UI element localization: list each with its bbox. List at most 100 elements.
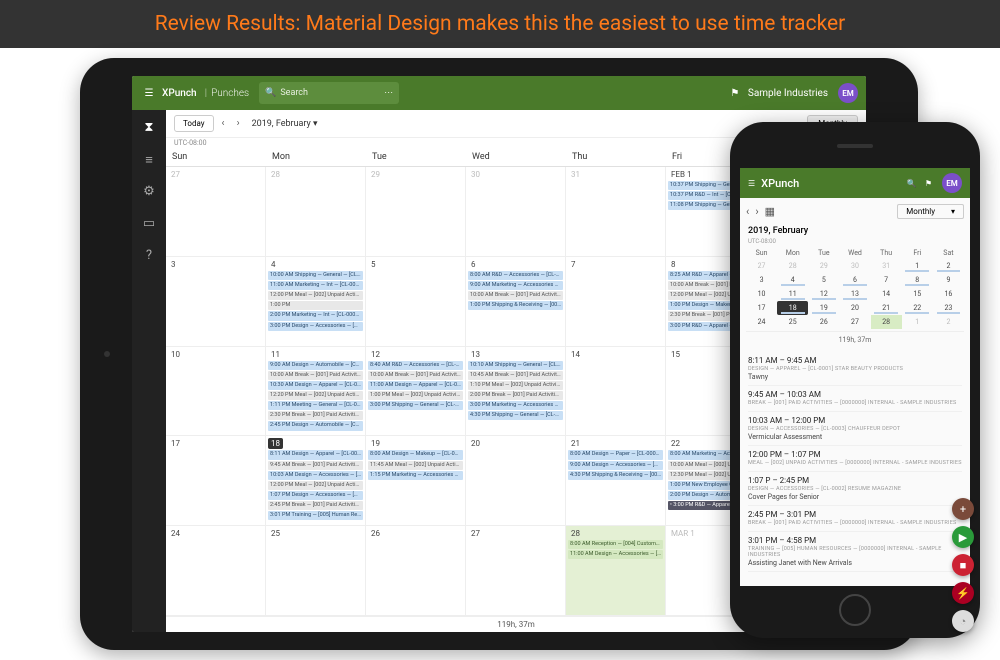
rail-timer-icon[interactable]: ⧗ [141, 120, 157, 136]
mini-cal-day[interactable]: 15 [902, 287, 933, 301]
calendar-event[interactable]: 10:00 AM Break — [001] Paid Activities — [268, 371, 363, 380]
calendar-cell[interactable]: 17 [166, 436, 266, 526]
calendar-event[interactable]: 11:45 AM Meal — [002] Unpaid Activities [368, 461, 463, 470]
calendar-event[interactable]: 3:00 PM Shipping — General — [CL-0002 [368, 401, 463, 410]
calendar-event[interactable]: 2:00 PM Break — [001] Paid Activities — … [468, 391, 563, 400]
calendar-event[interactable]: 2:45 PM Break — [001] Paid Activities — … [268, 501, 363, 510]
next-month-icon[interactable]: › [233, 116, 244, 131]
prev-month-icon[interactable]: ‹ [218, 116, 229, 131]
avatar[interactable]: EM [838, 83, 858, 103]
calendar-event[interactable]: 8:11 AM Design — Apparel — [CL-0001] S [268, 450, 363, 459]
calendar-event[interactable]: 9:00 AM Design — Accessories — [CL-00 [568, 461, 663, 470]
calendar-event[interactable]: 8:00 AM Reception — [004] Customer Re [568, 540, 663, 549]
mini-cal-day[interactable]: 14 [871, 287, 902, 301]
calendar-cell[interactable]: 288:00 AM Reception — [004] Customer Re1… [566, 526, 666, 616]
calendar-event[interactable]: 3:00 PM Design — Accessories — [CL-00 [268, 322, 363, 331]
mini-cal-day[interactable]: 2 [933, 315, 964, 329]
fab-stop-icon[interactable]: ■ [952, 554, 970, 576]
calendar-event[interactable]: 10:30 AM Design — Apparel — [CL-0003 [268, 381, 363, 390]
mini-cal-day[interactable]: 8 [902, 273, 933, 287]
mini-cal-day[interactable]: 27 [746, 259, 777, 273]
mini-cal-day[interactable]: 18 [777, 301, 808, 315]
mini-cal-day[interactable]: 9 [933, 273, 964, 287]
calendar-event[interactable]: 2:30 PM Break — [001] Paid Activities — … [268, 411, 363, 420]
mini-cal-day[interactable]: 31 [871, 259, 902, 273]
list-item[interactable]: 10:03 AM – 12:00 PMDESIGN — ACCESSORIES … [748, 412, 962, 446]
calendar-event[interactable]: 4:30 PM Shipping — General — [CL-0002 [468, 411, 563, 420]
calendar-event[interactable]: 10:45 AM Break — [001] Paid Activities — [468, 371, 563, 380]
mini-cal-day[interactable]: 26 [808, 315, 839, 329]
calendar-event[interactable]: 11:00 AM Design — Apparel — [CL-0003 [368, 381, 463, 390]
mini-cal-day[interactable]: 24 [746, 315, 777, 329]
calendar-event[interactable]: 3:01 PM Training — [005] Human Resour [268, 511, 363, 520]
org-name[interactable]: Sample Industries [748, 88, 828, 99]
today-button[interactable]: Today [174, 115, 214, 132]
calendar-cell[interactable]: 188:11 AM Design — Apparel — [CL-0001] S… [266, 436, 366, 526]
list-item[interactable]: 12:00 PM – 1:07 PMMEAL — [002] UNPAID AC… [748, 446, 962, 472]
mini-cal-day[interactable]: 25 [777, 315, 808, 329]
mini-cal-day[interactable]: 28 [871, 315, 902, 329]
calendar-event[interactable]: 1:15 PM Marketing — Accessories — [CL [368, 471, 463, 480]
list-item[interactable]: 3:01 PM – 4:58 PMTRAINING — [005] HUMAN … [748, 532, 962, 572]
calendar-cell[interactable]: 27 [466, 526, 566, 616]
calendar-event[interactable]: 1:11 PM Meeting — General — [CL-0001 [268, 401, 363, 410]
mini-cal-day[interactable]: 1 [902, 315, 933, 329]
flag-icon[interactable]: ⚑ [925, 179, 932, 188]
calendar-cell[interactable]: 198:00 AM Design — Makeup — [CL-0001]11:… [366, 436, 466, 526]
calendar-event[interactable]: 12:00 PM Meal — [002] Unpaid Activities [268, 481, 363, 490]
calendar-event[interactable]: 10:03 AM Design — Accessories — [CL-0 [268, 471, 363, 480]
mini-cal-day[interactable]: 4 [777, 273, 808, 287]
list-item[interactable]: 2:45 PM – 3:01 PMBREAK — [001] PAID ACTI… [748, 506, 962, 532]
mini-cal-day[interactable]: 28 [777, 259, 808, 273]
mini-cal-day[interactable]: 3 [746, 273, 777, 287]
calendar-cell[interactable]: 5 [366, 257, 466, 347]
fab-play-icon[interactable]: ▶ [952, 526, 970, 548]
rail-help-icon[interactable]: ? [141, 248, 157, 264]
calendar-cell[interactable]: 27 [166, 167, 266, 257]
search-input[interactable]: 🔍 Search ⋯ [259, 82, 399, 104]
calendar-cell[interactable]: 410:00 AM Shipping — General — [CL-00021… [266, 257, 366, 347]
calendar-event[interactable]: 1:07 PM Design — Accessories — [CL-00 [268, 491, 363, 500]
prev-icon[interactable]: ‹ [746, 205, 749, 218]
calendar-cell[interactable]: 29 [366, 167, 466, 257]
search-icon[interactable]: 🔍 [907, 179, 917, 188]
mini-cal-day[interactable]: 1 [902, 259, 933, 273]
calendar-cell[interactable]: 31 [566, 167, 666, 257]
phone-home-button[interactable] [839, 594, 871, 626]
mini-cal-day[interactable]: 13 [839, 287, 870, 301]
calendar-event[interactable]: 8:40 AM R&D — Accessories — [CL-0002 [368, 361, 463, 370]
calendar-event[interactable]: 3:00 PM Marketing — Accessories — [CL [468, 401, 563, 410]
month-selector[interactable]: 2019, February ▾ [252, 119, 318, 129]
mini-cal-day[interactable]: 12 [808, 287, 839, 301]
mini-cal-day[interactable]: 19 [808, 301, 839, 315]
calendar-event[interactable]: 12:00 PM Meal — [002] Unpaid Activities [268, 291, 363, 300]
mini-cal-day[interactable]: 30 [839, 259, 870, 273]
list-item[interactable]: 9:45 AM – 10:03 AMBREAK — [001] PAID ACT… [748, 386, 962, 412]
calendar-cell[interactable]: 1310:10 AM Shipping — General — [CL-0001… [466, 347, 566, 437]
list-item[interactable]: 8:11 AM – 9:45 AMDESIGN — APPAREL — [CL-… [748, 352, 962, 386]
mini-cal-day[interactable]: 10 [746, 287, 777, 301]
calendar-cell[interactable]: 25 [266, 526, 366, 616]
calendar-cell[interactable]: 14 [566, 347, 666, 437]
next-icon[interactable]: › [755, 205, 758, 218]
calendar-event[interactable]: 8:00 AM Design — Paper — [CL-0002] Re [568, 450, 663, 459]
mini-cal-day[interactable]: 29 [808, 259, 839, 273]
mini-cal-day[interactable]: 27 [839, 315, 870, 329]
calendar-event[interactable]: 2:00 PM Marketing — Int — [CL-0002] Re [268, 311, 363, 320]
mini-cal-day[interactable]: 7 [871, 273, 902, 287]
mini-cal-day[interactable]: 17 [746, 301, 777, 315]
calendar-event[interactable]: 9:45 AM Break — [001] Paid Activities — … [268, 461, 363, 470]
fab-add-icon[interactable]: + [952, 498, 970, 520]
rail-gear-icon[interactable]: ⚙ [141, 184, 157, 200]
calendar-event[interactable]: 1:00 PM Meal — [002] Unpaid Activities — [368, 391, 463, 400]
calendar-event[interactable]: 10:10 AM Shipping — General — [CL-000 [468, 361, 563, 370]
avatar[interactable]: EM [942, 173, 962, 193]
mini-cal-day[interactable]: 21 [871, 301, 902, 315]
mini-cal-day[interactable]: 16 [933, 287, 964, 301]
calendar-event[interactable]: 4:30 PM Shipping & Receiving — [003] A [568, 471, 663, 480]
mini-cal-day[interactable]: 11 [777, 287, 808, 301]
calendar-cell[interactable]: 26 [366, 526, 466, 616]
mini-cal-day[interactable]: 20 [839, 301, 870, 315]
rail-list-icon[interactable]: ≡ [141, 152, 157, 168]
rail-briefcase-icon[interactable]: ▭ [141, 216, 157, 232]
